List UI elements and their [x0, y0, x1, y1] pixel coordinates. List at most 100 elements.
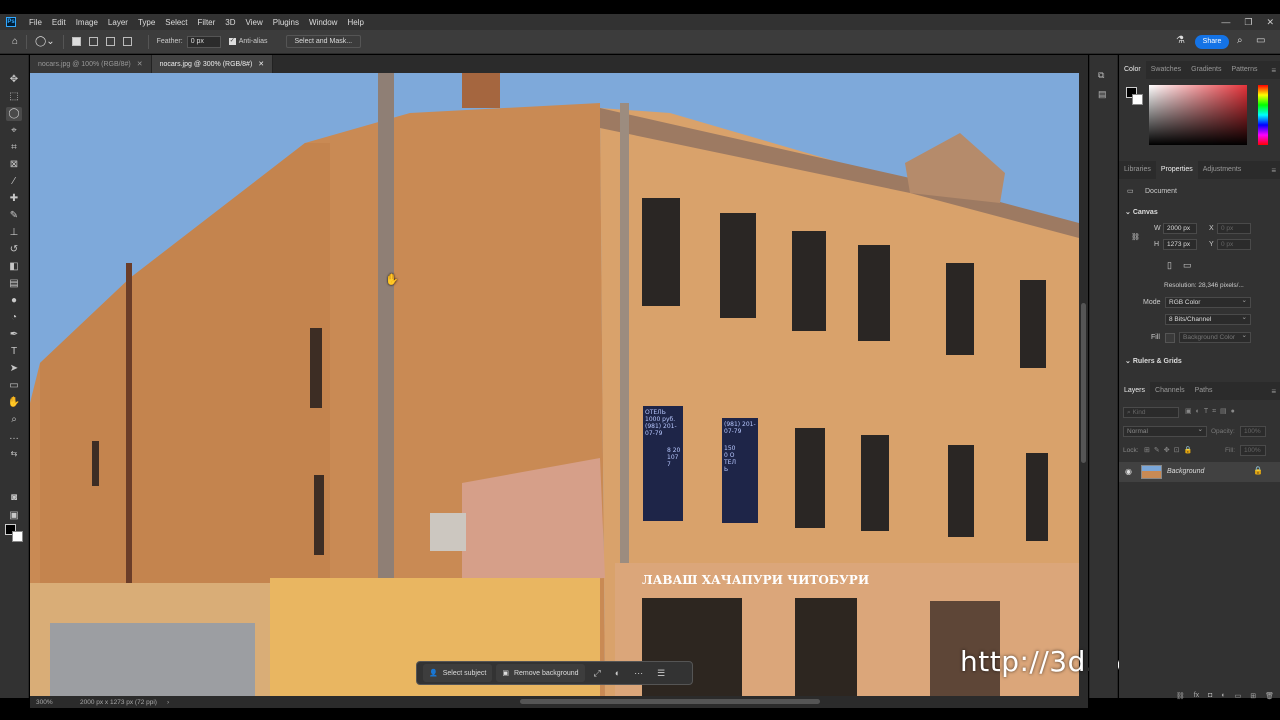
delete-layer-icon[interactable]: 🗑 — [1265, 692, 1274, 704]
menu-filter[interactable]: Filter — [193, 18, 221, 27]
rectangle-tool-icon[interactable]: ▭ — [6, 379, 22, 393]
gradient-tool-icon[interactable]: ▤ — [6, 277, 22, 291]
tab-properties[interactable]: Properties — [1155, 161, 1198, 179]
menu-type[interactable]: Type — [133, 18, 160, 27]
new-selection-mode-icon[interactable] — [71, 37, 81, 46]
type-tool-icon[interactable]: T — [6, 345, 22, 359]
canvas-section-title[interactable]: ⌄ Canvas — [1125, 208, 1158, 216]
flask-icon[interactable]: ⚗ — [1176, 35, 1185, 46]
lock-icons[interactable]: ⊞✎✥⊡🔒 — [1144, 446, 1196, 454]
tab-close-icon[interactable]: ✕ — [258, 60, 264, 68]
vertical-scrollbar[interactable] — [1079, 73, 1088, 696]
remove-background-button[interactable]: ▣ Remove background — [496, 664, 585, 682]
workspace-icon[interactable]: ▭ — [1256, 35, 1265, 46]
quick-mask-icon[interactable]: ◙ — [6, 491, 22, 505]
document-canvas[interactable]: ОТЕЛЬ 1000 руб. (981) 201-07-79 8 201077… — [30, 73, 1079, 696]
feather-input[interactable]: 0 px — [186, 35, 221, 48]
opacity-input[interactable]: 100% — [1240, 426, 1266, 437]
link-dimensions-icon[interactable]: ⛓ — [1131, 233, 1140, 241]
blur-tool-icon[interactable]: ● — [6, 294, 22, 308]
menu-plugins[interactable]: Plugins — [268, 18, 304, 27]
menu-layer[interactable]: Layer — [103, 18, 133, 27]
layer-filter-kind[interactable]: ⌕ Kind — [1123, 407, 1179, 418]
pen-tool-icon[interactable]: ✒ — [6, 328, 22, 342]
intersect-selection-mode-icon[interactable] — [122, 37, 132, 46]
home-icon[interactable]: ⌂ — [12, 36, 18, 47]
bit-depth-select[interactable]: 8 Bits/Channel — [1165, 313, 1251, 325]
tab-patterns[interactable]: Patterns — [1226, 61, 1262, 79]
transform-icon[interactable]: ⤢ — [589, 668, 606, 679]
status-expand-icon[interactable]: › — [167, 699, 169, 706]
background-color-swatch[interactable] — [12, 531, 23, 542]
rulers-section-title[interactable]: ⌄ Rulers & Grids — [1125, 357, 1182, 365]
fill-select[interactable]: Background Color — [1179, 331, 1251, 343]
menu-edit[interactable]: Edit — [47, 18, 71, 27]
panel-menu-icon[interactable]: ≡ — [1271, 387, 1276, 396]
lasso-tool-preset-icon[interactable]: ◯⌄ — [35, 36, 55, 47]
adjustment-layer-icon[interactable]: ◐ — [1221, 692, 1225, 704]
add-mask-icon[interactable]: ◘ — [1208, 692, 1212, 704]
lock-icon[interactable]: 🔒 — [1253, 466, 1263, 475]
select-and-mask-button[interactable]: Select and Mask... — [285, 35, 362, 48]
add-selection-mode-icon[interactable] — [88, 37, 98, 46]
height-input[interactable]: 1273 px — [1163, 239, 1197, 250]
share-button[interactable]: Share — [1195, 35, 1229, 49]
horizontal-scrollbar[interactable] — [520, 699, 820, 704]
menu-help[interactable]: Help — [342, 18, 368, 27]
tab-document-2[interactable]: nocars.jpg @ 300% (RGB/8#) ✕ — [151, 55, 274, 73]
tab-layers[interactable]: Layers — [1119, 382, 1151, 400]
menu-3d[interactable]: 3D — [220, 18, 240, 27]
eye-icon[interactable]: ◉ — [1125, 467, 1132, 476]
mode-select[interactable]: RGB Color — [1165, 296, 1251, 308]
panel-menu-icon[interactable]: ≡ — [1271, 66, 1276, 75]
hue-slider[interactable] — [1258, 85, 1268, 145]
swap-colors-icon[interactable]: ⇆ — [6, 447, 22, 461]
more-tools-icon[interactable]: … — [6, 430, 22, 444]
restore-icon[interactable]: ❐ — [1244, 17, 1252, 28]
scroll-thumb[interactable] — [1081, 303, 1086, 463]
more-options-icon[interactable]: ⋯ — [629, 668, 648, 679]
color-field[interactable] — [1149, 85, 1247, 145]
frame-tool-icon[interactable]: ⊠ — [6, 158, 22, 172]
x-input[interactable]: 0 px — [1217, 223, 1251, 234]
select-subject-button[interactable]: 👤 Select subject — [423, 664, 493, 682]
screen-mode-icon[interactable]: ▣ — [6, 509, 22, 523]
path-selection-tool-icon[interactable]: ➤ — [6, 362, 22, 376]
history-icon[interactable]: ⧉ — [1098, 70, 1104, 81]
tab-libraries[interactable]: Libraries — [1119, 161, 1156, 179]
layer-background-row[interactable]: ◉ Background 🔒 — [1119, 462, 1280, 482]
minimize-icon[interactable]: — — [1221, 17, 1230, 27]
settings-sliders-icon[interactable]: ☰ — [652, 668, 670, 679]
width-input[interactable]: 2000 px — [1163, 223, 1197, 234]
comments-icon[interactable]: ▤ — [1098, 89, 1107, 100]
menu-file[interactable]: File — [24, 18, 47, 27]
tab-gradients[interactable]: Gradients — [1186, 61, 1226, 79]
hand-tool-icon[interactable]: ✋ — [6, 396, 22, 410]
landscape-orientation-icon[interactable]: ▭ — [1183, 260, 1192, 271]
marquee-tool-icon[interactable]: ⬚ — [6, 90, 22, 104]
healing-brush-tool-icon[interactable]: ✚ — [6, 192, 22, 206]
tab-color[interactable]: Color — [1119, 61, 1146, 79]
eyedropper-tool-icon[interactable]: ⁄ — [6, 175, 22, 189]
tab-adjustments[interactable]: Adjustments — [1198, 161, 1247, 179]
layer-filter-icons[interactable]: ▣◐T⌗▤● — [1185, 407, 1239, 416]
history-brush-tool-icon[interactable]: ↺ — [6, 243, 22, 257]
subtract-selection-mode-icon[interactable] — [105, 37, 115, 46]
clone-stamp-tool-icon[interactable]: ⊥ — [6, 226, 22, 240]
lasso-tool-icon[interactable]: ◯ — [6, 107, 22, 121]
search-icon[interactable]: ⌕ — [1237, 35, 1243, 46]
object-selection-tool-icon[interactable]: ⌖ — [6, 124, 22, 138]
adjustment-icon[interactable]: ◐ — [610, 668, 625, 678]
tab-paths[interactable]: Paths — [1190, 382, 1218, 400]
zoom-level[interactable]: 300% — [36, 699, 76, 706]
menu-window[interactable]: Window — [304, 18, 342, 27]
new-group-icon[interactable]: ▭ — [1235, 692, 1242, 704]
close-icon[interactable]: ✕ — [1266, 17, 1274, 28]
antialias-checkbox[interactable]: ✓ — [228, 38, 236, 45]
menu-view[interactable]: View — [241, 18, 268, 27]
menu-select[interactable]: Select — [160, 18, 192, 27]
eraser-tool-icon[interactable]: ◧ — [6, 260, 22, 274]
fill-opacity-input[interactable]: 100% — [1240, 445, 1266, 456]
move-tool-icon[interactable]: ✥ — [6, 73, 22, 87]
background-swatch[interactable] — [1132, 94, 1143, 105]
